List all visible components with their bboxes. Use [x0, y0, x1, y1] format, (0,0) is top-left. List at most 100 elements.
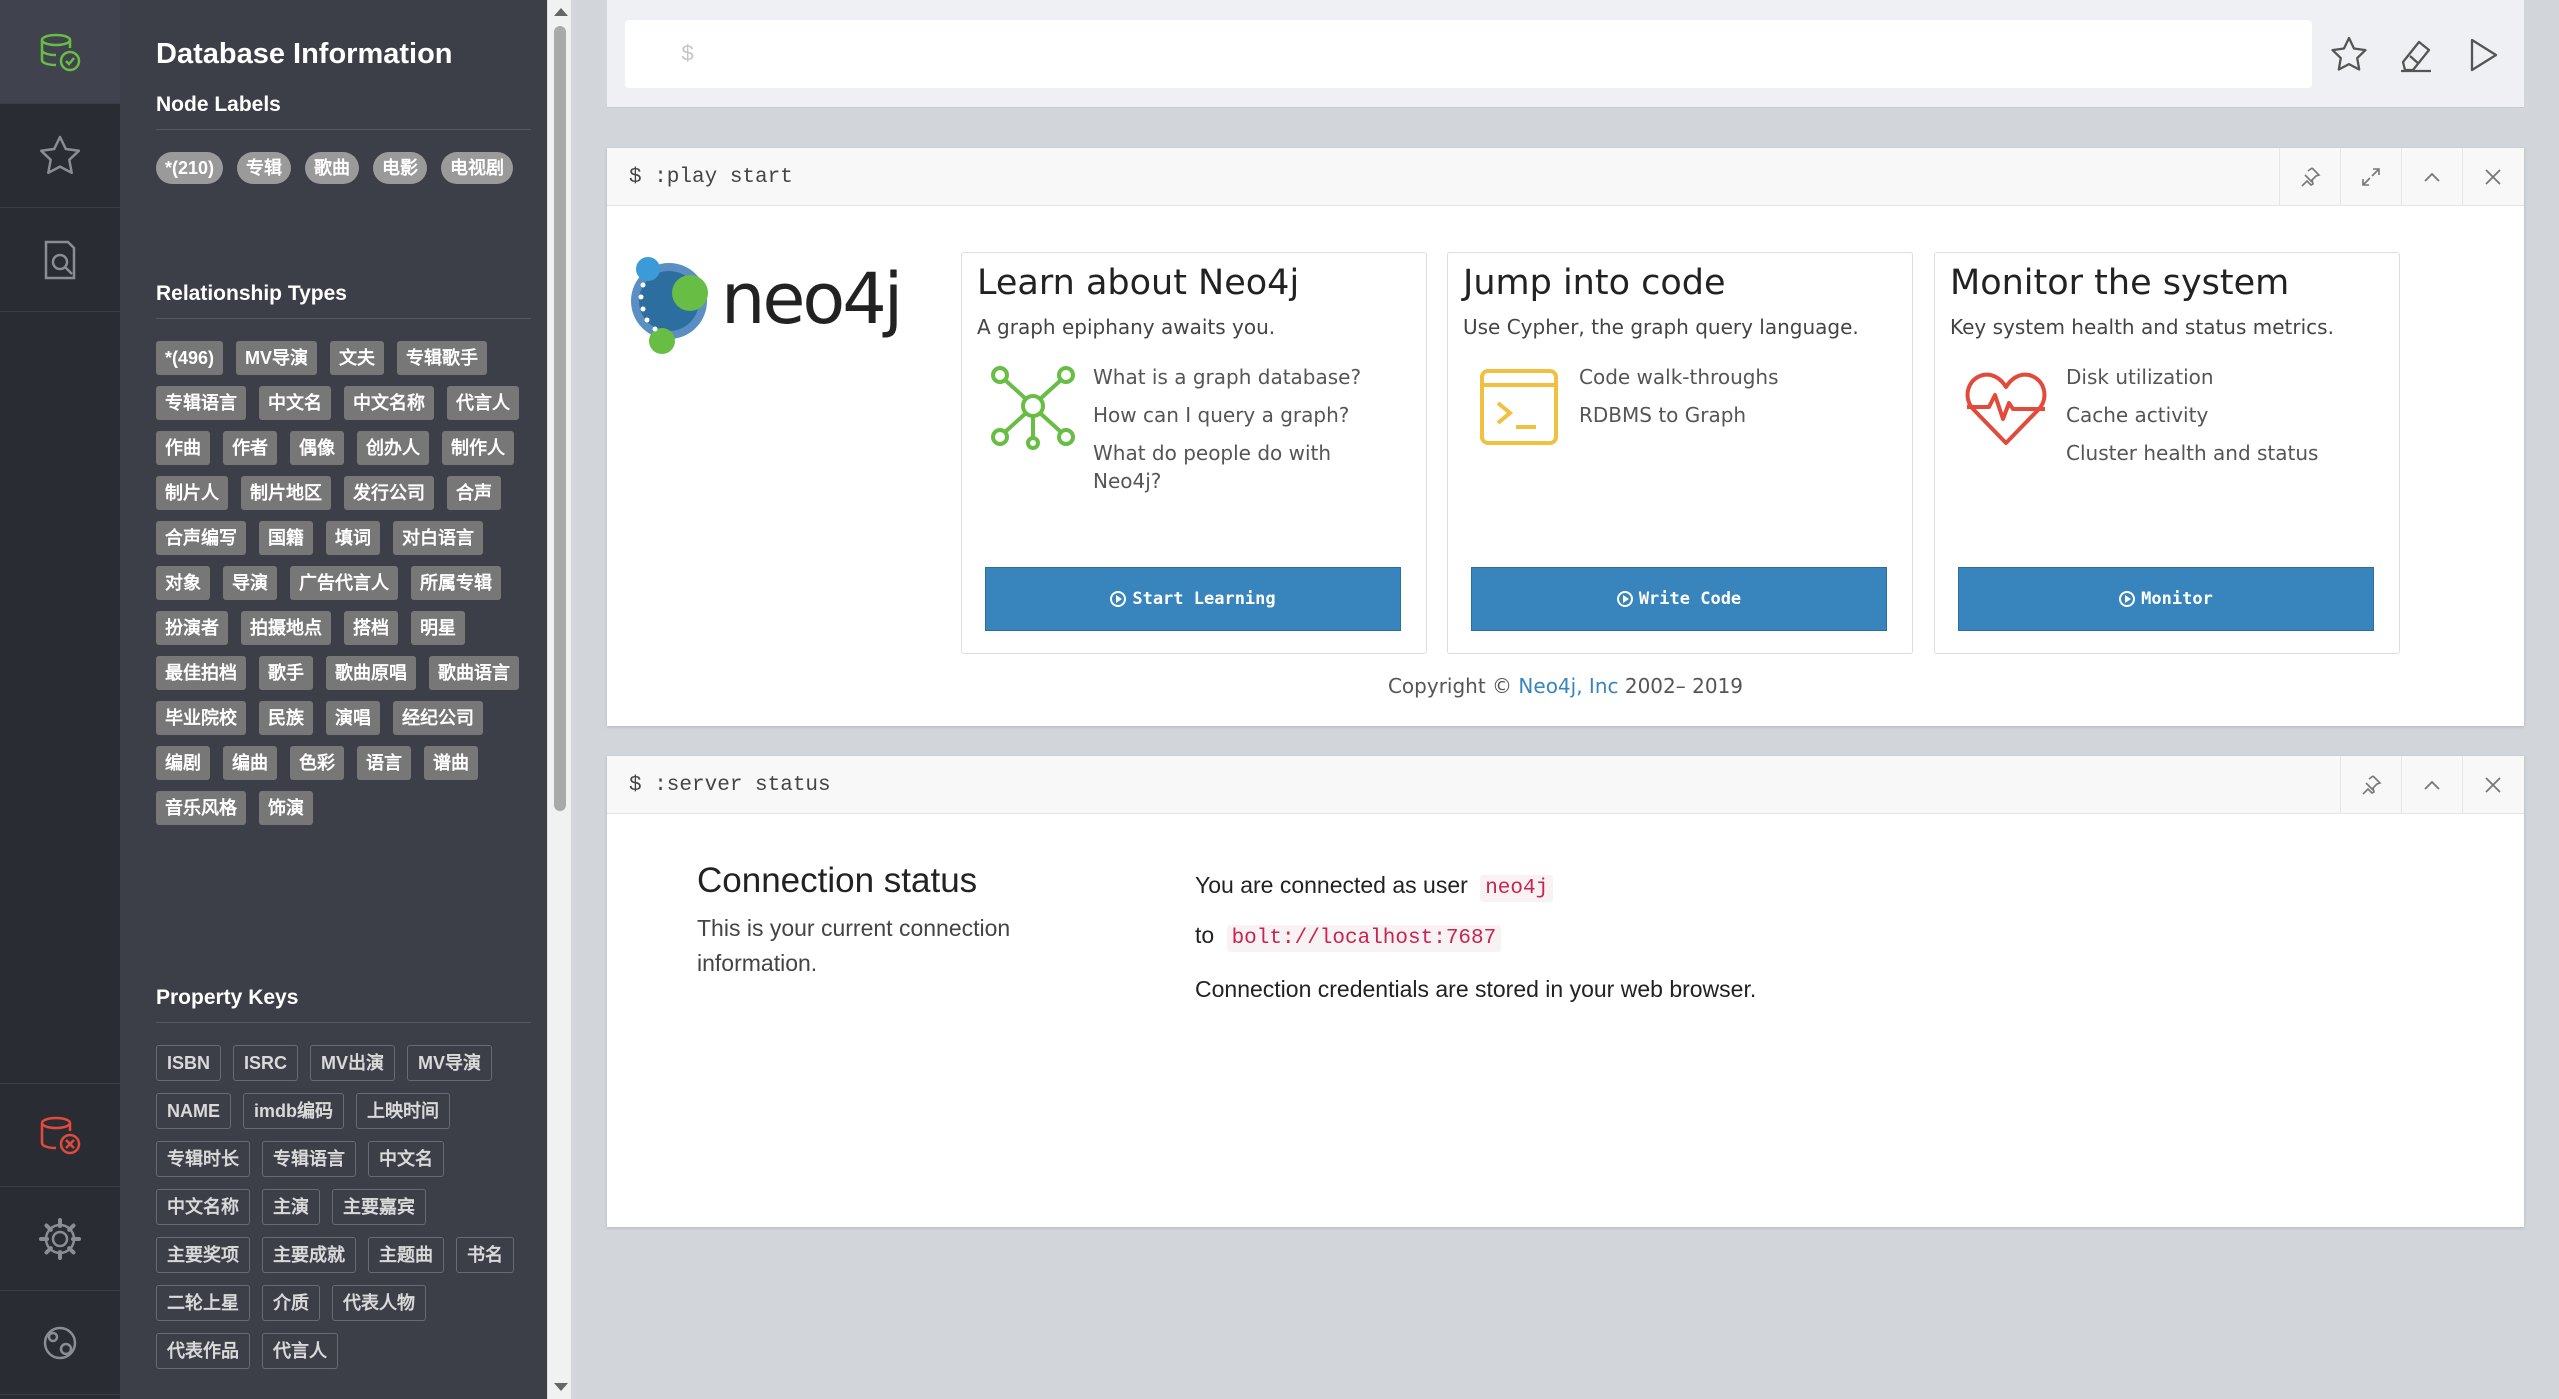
property-key-chip[interactable]: 书名 — [456, 1237, 514, 1273]
list-item[interactable]: Cluster health and status — [2066, 439, 2366, 467]
monitor-button[interactable]: Monitor — [1958, 567, 2374, 631]
property-key-chip[interactable]: 主演 — [262, 1189, 320, 1225]
property-key-chip[interactable]: 主题曲 — [368, 1237, 444, 1273]
relationship-type-chip[interactable]: 作者 — [223, 431, 277, 465]
node-label-chip[interactable]: *(210) — [156, 152, 224, 184]
relationship-type-chip[interactable]: 制片地区 — [241, 476, 331, 510]
list-item[interactable]: Disk utilization — [2066, 363, 2366, 391]
relationship-type-chip[interactable]: 专辑语言 — [156, 386, 246, 420]
neo4j-link[interactable]: Neo4j, Inc — [1518, 674, 1618, 698]
property-key-chip[interactable]: imdb编码 — [243, 1093, 344, 1129]
property-key-chip[interactable]: 中文名 — [368, 1141, 444, 1177]
list-item[interactable]: Cache activity — [2066, 401, 2366, 429]
property-key-chip[interactable]: 专辑时长 — [156, 1141, 250, 1177]
relationship-type-chip[interactable]: 导演 — [223, 566, 277, 600]
property-key-chip[interactable]: 主要嘉宾 — [332, 1189, 426, 1225]
write-code-button[interactable]: Write Code — [1471, 567, 1887, 631]
list-item[interactable]: How can I query a graph? — [1093, 401, 1393, 429]
collapse-button[interactable] — [2401, 756, 2462, 814]
relationship-type-chip[interactable]: 作曲 — [156, 431, 210, 465]
property-key-chip[interactable]: 中文名称 — [156, 1189, 250, 1225]
relationship-type-chip[interactable]: 最佳拍档 — [156, 656, 246, 690]
favorite-star-icon[interactable] — [2328, 34, 2370, 76]
relationship-type-chip[interactable]: 创办人 — [357, 431, 429, 465]
collapse-button[interactable] — [2401, 148, 2462, 206]
scroll-down-arrow[interactable] — [554, 1383, 568, 1391]
pin-button[interactable] — [2340, 756, 2401, 814]
property-key-chip[interactable]: MV出演 — [310, 1045, 396, 1081]
property-key-chip[interactable]: 代表人物 — [332, 1285, 426, 1321]
relationship-type-chip[interactable]: 中文名 — [259, 386, 331, 420]
relationship-type-chip[interactable]: 编曲 — [223, 746, 277, 780]
close-frame-button[interactable] — [2462, 148, 2523, 206]
relationship-type-chip[interactable]: 谱曲 — [424, 746, 478, 780]
node-label-chip[interactable]: 电影 — [373, 152, 428, 184]
relationship-type-chip[interactable]: 制片人 — [156, 476, 228, 510]
relationship-type-chip[interactable]: 演唱 — [326, 701, 380, 735]
relationship-type-chip[interactable]: 毕业院校 — [156, 701, 246, 735]
close-frame-button[interactable] — [2462, 756, 2523, 814]
relationship-type-chip[interactable]: 文夫 — [330, 341, 385, 375]
relationship-type-chip[interactable]: 歌曲语言 — [429, 656, 519, 690]
relationship-type-chip[interactable]: 编剧 — [156, 746, 210, 780]
about-button[interactable] — [0, 1291, 120, 1395]
property-key-chip[interactable]: 专辑语言 — [262, 1141, 356, 1177]
property-key-chip[interactable]: 主要奖项 — [156, 1237, 250, 1273]
node-label-chip[interactable]: 电视剧 — [441, 152, 514, 184]
property-key-chip[interactable]: 上映时间 — [356, 1093, 450, 1129]
relationship-type-chip[interactable]: MV导演 — [236, 341, 318, 375]
relationship-type-chip[interactable]: 语言 — [357, 746, 411, 780]
relationship-type-chip[interactable]: 音乐风格 — [156, 791, 246, 825]
database-info-button[interactable] — [0, 0, 120, 104]
list-item[interactable]: What do people do with Neo4j? — [1093, 439, 1393, 495]
frame-command[interactable]: $ :play start — [629, 166, 793, 189]
relationship-type-chip[interactable]: *(496) — [156, 341, 224, 375]
property-key-chip[interactable]: ISBN — [156, 1045, 222, 1081]
list-item[interactable]: What is a graph database? — [1093, 363, 1393, 391]
property-key-chip[interactable]: 代言人 — [262, 1333, 338, 1369]
relationship-type-chip[interactable]: 合声 — [447, 476, 501, 510]
eraser-icon[interactable] — [2395, 34, 2437, 76]
relationship-type-chip[interactable]: 经纪公司 — [393, 701, 483, 735]
pin-button[interactable] — [2279, 148, 2340, 206]
property-key-chip[interactable]: 介质 — [262, 1285, 320, 1321]
drawer-scrollbar[interactable] — [547, 0, 571, 1399]
relationship-type-chip[interactable]: 中文名称 — [344, 386, 434, 420]
settings-button[interactable] — [0, 1187, 120, 1291]
property-key-chip[interactable]: 代表作品 — [156, 1333, 250, 1369]
node-label-chip[interactable]: 歌曲 — [305, 152, 360, 184]
property-key-chip[interactable]: ISRC — [233, 1045, 299, 1081]
relationship-type-chip[interactable]: 对象 — [156, 566, 210, 600]
property-key-chip[interactable]: 主要成就 — [262, 1237, 356, 1273]
property-key-chip[interactable]: 二轮上星 — [156, 1285, 250, 1321]
relationship-type-chip[interactable]: 色彩 — [290, 746, 344, 780]
scroll-thumb[interactable] — [554, 26, 566, 811]
relationship-type-chip[interactable]: 偶像 — [290, 431, 344, 465]
relationship-type-chip[interactable]: 广告代言人 — [290, 566, 398, 600]
list-item[interactable]: RDBMS to Graph — [1579, 401, 1879, 429]
relationship-type-chip[interactable]: 搭档 — [344, 611, 398, 645]
relationship-type-chip[interactable]: 合声编写 — [156, 521, 246, 555]
relationship-type-chip[interactable]: 饰演 — [259, 791, 313, 825]
start-learning-button[interactable]: Start Learning — [985, 567, 1401, 631]
relationship-type-chip[interactable]: 歌手 — [259, 656, 313, 690]
favorites-button[interactable] — [0, 104, 120, 208]
cypher-editor-input[interactable]: $ — [625, 20, 2312, 88]
relationship-type-chip[interactable]: 扮演者 — [156, 611, 228, 645]
relationship-type-chip[interactable]: 对白语言 — [393, 521, 483, 555]
relationship-type-chip[interactable]: 民族 — [259, 701, 313, 735]
frame-command[interactable]: $ :server status — [629, 774, 831, 797]
node-label-chip[interactable]: 专辑 — [237, 152, 292, 184]
relationship-type-chip[interactable]: 明星 — [411, 611, 465, 645]
fullscreen-button[interactable] — [2340, 148, 2401, 206]
relationship-type-chip[interactable]: 所属专辑 — [411, 566, 501, 600]
relationship-type-chip[interactable]: 发行公司 — [344, 476, 434, 510]
run-play-icon[interactable] — [2462, 34, 2504, 76]
property-key-chip[interactable]: MV导演 — [407, 1045, 493, 1081]
relationship-type-chip[interactable]: 代言人 — [447, 386, 519, 420]
connection-status-button[interactable] — [0, 1083, 120, 1187]
relationship-type-chip[interactable]: 专辑歌手 — [397, 341, 488, 375]
relationship-type-chip[interactable]: 国籍 — [259, 521, 313, 555]
list-item[interactable]: Code walk-throughs — [1579, 363, 1879, 391]
scroll-up-arrow[interactable] — [554, 8, 568, 16]
